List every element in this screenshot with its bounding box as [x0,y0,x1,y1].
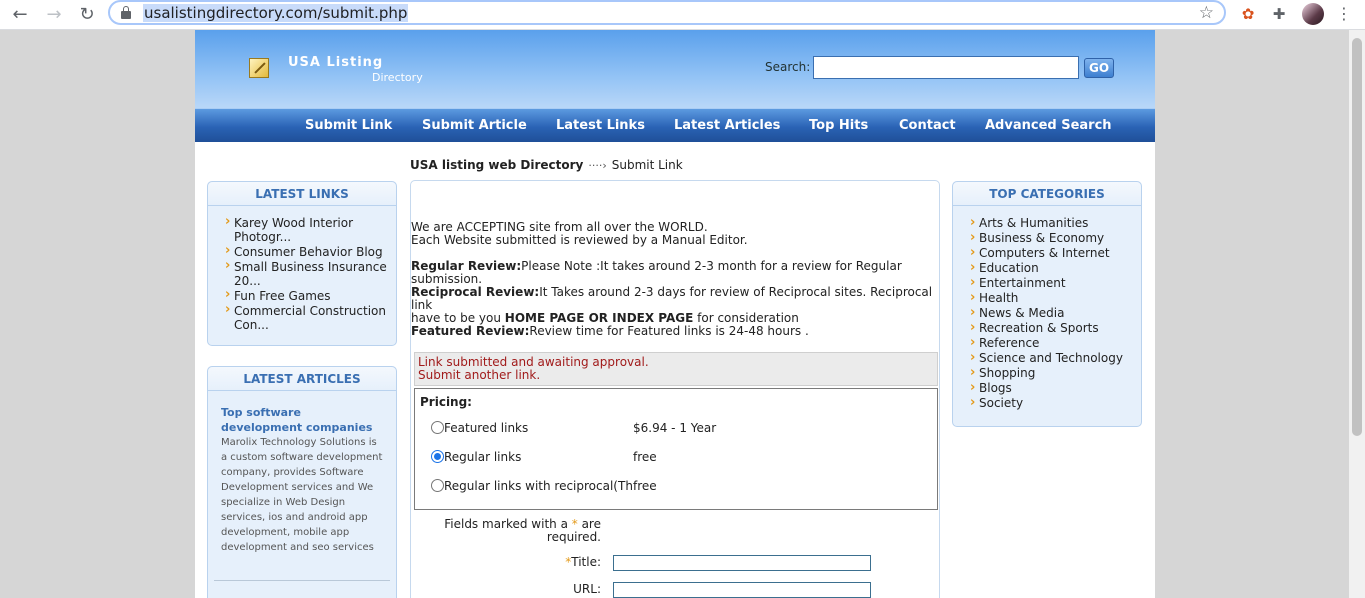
category-item[interactable]: Society [967,395,1141,411]
category-item[interactable]: Entertainment [967,275,1141,291]
category-item[interactable]: Shopping [967,365,1141,381]
title-label-text: Title: [571,555,601,569]
category-item[interactable]: News & Media [967,305,1141,321]
option-label: Regular links [444,450,522,464]
latest-links-box: LATEST LINKS Karey Wood Interior Photogr… [207,181,397,346]
category-item[interactable]: Science and Technology [967,350,1141,366]
option-price: $6.94 - 1 Year [633,421,717,435]
main-nav: Submit Link Submit Article Latest Links … [195,108,1155,142]
breadcrumb-home[interactable]: USA listing web Directory [410,158,583,172]
logo-title[interactable]: USA Listing [288,55,383,70]
option-label: Featured links [444,421,529,435]
go-button[interactable]: GO [1084,58,1114,78]
reciprocal-review-desc-2a: have to be you [411,311,505,325]
submit-form-panel: We are ACCEPTING site from all over the … [410,180,940,598]
latest-link-item[interactable]: Consumer Behavior Blog [222,244,396,259]
featured-radio[interactable] [431,421,444,434]
page-viewport: USA Listing Directory Search: GO Submit … [0,30,1349,598]
pricing-title: Pricing: [420,395,472,409]
nav-latest-articles[interactable]: Latest Articles [674,118,780,133]
category-item[interactable]: Reference [967,335,1141,351]
nav-contact[interactable]: Contact [899,118,956,133]
site-container: USA Listing Directory Search: GO Submit … [195,30,1155,598]
url-input[interactable] [613,582,871,598]
category-item[interactable]: Blogs [967,380,1141,396]
breadcrumb: USA listing web Directory ····› Submit Lin… [410,158,683,172]
article-divider [214,580,390,581]
reciprocal-radio[interactable] [431,479,444,492]
submit-another-link[interactable]: Submit another link. [418,369,937,382]
breadcrumb-current: Submit Link [611,158,683,172]
scrollbar-thumb[interactable] [1352,38,1362,436]
bookmark-star-icon[interactable]: ☆ [1199,3,1214,23]
extensions-puzzle-icon[interactable]: ✚ [1269,4,1289,24]
latest-link-item[interactable]: Small Business Insurance 20... [222,259,396,288]
extension-icon[interactable]: ✿ [1238,4,1258,24]
intro-line-2: Each Website submitted is reviewed by a … [411,233,748,247]
title-input[interactable] [613,555,871,571]
intro-text: We are ACCEPTING site from all over the … [411,221,939,247]
latest-link-item[interactable]: Fun Free Games [222,288,396,303]
nav-submit-article[interactable]: Submit Article [422,118,527,133]
url-label: URL: [573,582,601,596]
required-fields-note: Fields marked with a * are required. [441,518,601,544]
option-label: Regular links with reciprocal(Th [444,479,633,493]
latest-articles-box: LATEST ARTICLES Top software development… [207,366,397,598]
forward-icon[interactable]: → [42,3,66,27]
category-item[interactable]: Computers & Internet [967,245,1141,261]
breadcrumb-separator: ····› [588,159,607,172]
category-item[interactable]: Business & Economy [967,230,1141,246]
top-categories-box: TOP CATEGORIES Arts & Humanities Busines… [952,181,1142,427]
option-price: free [633,450,657,464]
category-item[interactable]: Recreation & Sports [967,320,1141,336]
category-item[interactable]: Arts & Humanities [967,215,1141,231]
latest-link-item[interactable]: Karey Wood Interior Photogr... [222,215,396,244]
profile-avatar[interactable] [1302,3,1324,25]
logo-subtitle[interactable]: Directory [372,71,423,84]
browser-toolbar: ← → ↻ usalistingdirectory.com/submit.php… [0,0,1365,30]
regular-radio[interactable] [431,450,444,463]
pricing-box: Pricing: Featured links $6.94 - 1 Year R… [414,388,938,510]
top-categories-title: TOP CATEGORIES [953,182,1141,206]
site-header: USA Listing Directory Search: GO [195,30,1155,108]
featured-review-text: Featured Review:Review time for Featured… [411,325,939,338]
back-icon[interactable]: ← [8,3,32,27]
featured-review-label: Featured Review: [411,324,530,338]
reciprocal-review-emphasis: HOME PAGE OR INDEX PAGE [504,311,694,325]
reciprocal-review-desc-2c: for consideration [693,311,799,325]
category-item[interactable]: Education [967,260,1141,276]
article-excerpt: Marolix Technology Solutions is a custom… [221,437,383,553]
option-price: free [633,479,657,493]
featured-review-desc: Review time for Featured links is 24-48 … [529,324,809,338]
reload-icon[interactable]: ↻ [75,3,99,27]
nav-advanced-search[interactable]: Advanced Search [985,118,1112,133]
lock-icon[interactable] [121,6,131,19]
reciprocal-review-label: Reciprocal Review: [411,285,540,299]
category-item[interactable]: Health [967,290,1141,306]
nav-top-hits[interactable]: Top Hits [809,118,868,133]
search-label: Search: [765,60,811,74]
url-text[interactable]: usalistingdirectory.com/submit.php [143,4,409,22]
reciprocal-review-text: Reciprocal Review:It Takes around 2-3 da… [411,286,939,325]
latest-links-title: LATEST LINKS [208,182,396,206]
nav-latest-links[interactable]: Latest Links [556,118,645,133]
browser-menu-icon[interactable]: ⋮ [1336,3,1352,25]
status-message: Link submitted and awaiting approval. Su… [414,352,938,386]
address-bar[interactable]: usalistingdirectory.com/submit.php ☆ [108,0,1226,25]
latest-articles-title: LATEST ARTICLES [208,367,396,391]
logo-icon[interactable] [249,58,269,78]
regular-review-label: Regular Review: [411,259,522,273]
regular-review-text: Regular Review:Please Note :It takes aro… [411,260,939,286]
nav-submit-link[interactable]: Submit Link [305,118,392,133]
required-note-text: Fields marked with a [444,517,572,531]
title-label: *Title: [411,555,601,569]
article-title-link[interactable]: Top software development companies [208,391,396,435]
page-scrollbar[interactable] [1349,30,1365,598]
latest-link-item[interactable]: Commercial Construction Con... [222,303,396,332]
search-input[interactable] [813,56,1079,79]
